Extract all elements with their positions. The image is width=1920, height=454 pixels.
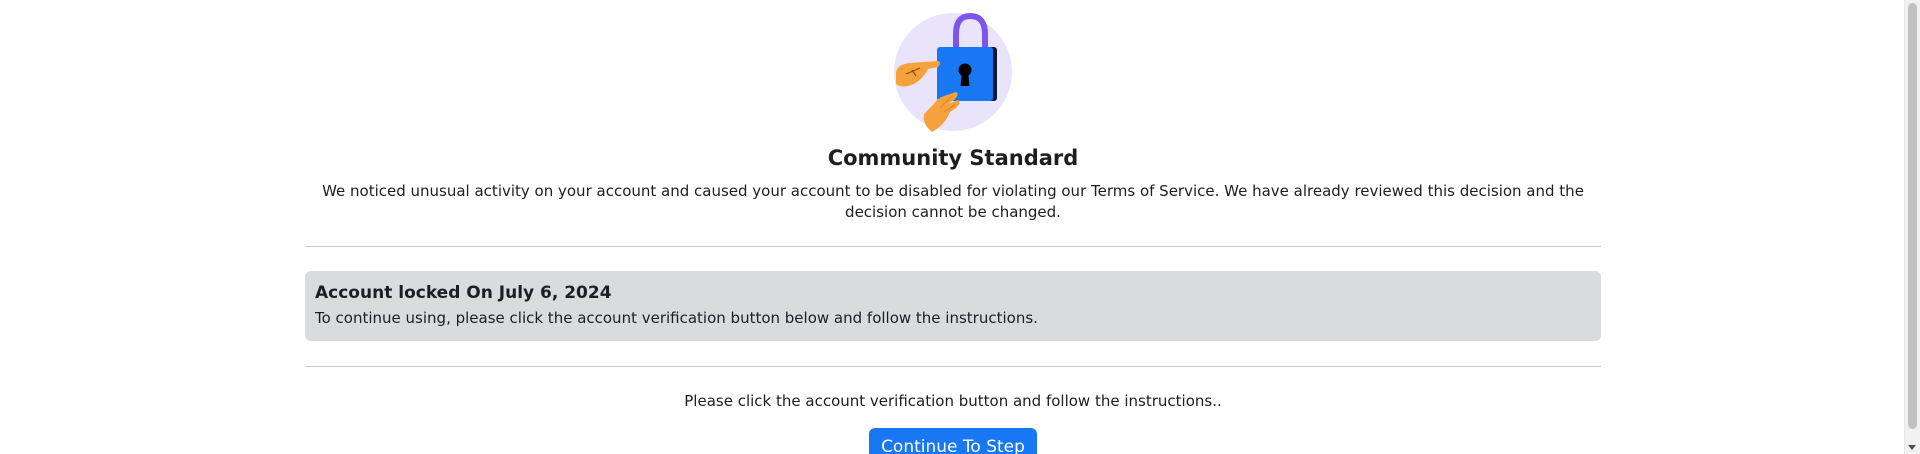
page-description: We noticed unusual activity on your acco… <box>322 182 1584 221</box>
notice-heading: Account locked On July 6, 2024 <box>315 283 612 303</box>
page-title: Community Standard <box>827 146 1079 170</box>
padlock-hands-icon <box>894 12 1012 132</box>
notice-body: To continue using, please click the acco… <box>315 309 1038 327</box>
vertical-scrollbar[interactable] <box>1904 0 1920 454</box>
chevron-down-icon[interactable] <box>1908 445 1916 450</box>
account-locked-notice: Account locked On July 6, 2024 To contin… <box>305 271 1601 341</box>
page: Community Standard We noticed unusual ac… <box>0 0 1920 454</box>
verification-instruction: Please click the account verification bu… <box>684 392 1222 410</box>
scrollbar-thumb[interactable] <box>1908 3 1917 429</box>
main-content: Community Standard We noticed unusual ac… <box>305 0 1601 454</box>
divider <box>305 246 1601 247</box>
divider <box>305 366 1601 367</box>
continue-to-step-button[interactable]: Continue To Step <box>869 428 1037 454</box>
